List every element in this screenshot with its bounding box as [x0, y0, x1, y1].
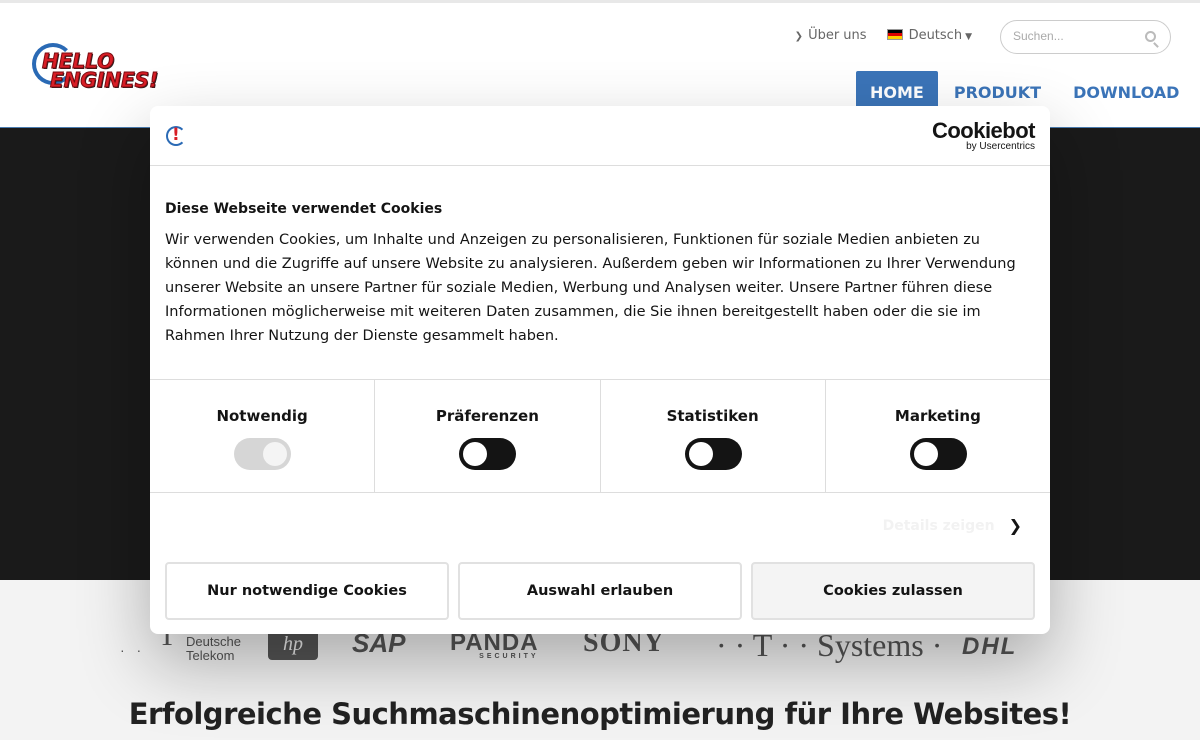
- necessary-only-button[interactable]: Nur notwendige Cookies: [165, 562, 449, 620]
- category-marketing: Marketing: [826, 380, 1050, 492]
- toggle-statistiken[interactable]: [684, 438, 742, 470]
- consent-categories: Notwendig Präferenzen Statistiken Market…: [150, 379, 1050, 493]
- german-flag-icon: [886, 29, 903, 40]
- dialog-header: ! Cookiebot by Usercentrics: [150, 106, 1050, 166]
- toggle-marketing[interactable]: [909, 438, 967, 470]
- about-link-label: Über uns: [808, 28, 867, 43]
- details-link[interactable]: Details zeigen ❯: [883, 516, 1022, 535]
- cookiebot-name: Cookiebot: [931, 118, 1036, 143]
- cookiebot-logo[interactable]: Cookiebot by Usercentrics: [931, 118, 1036, 152]
- category-statistiken: Statistiken: [601, 380, 826, 492]
- nav-download[interactable]: DOWNLOAD: [1057, 71, 1195, 129]
- cookie-consent-dialog: ! Cookiebot by Usercentrics Diese Websei…: [150, 106, 1050, 634]
- site-logo[interactable]: HELLO ENGINES!: [30, 41, 215, 97]
- toggle-notwendig: [234, 438, 292, 470]
- telekom-text: Deutsche Telekom: [186, 635, 241, 663]
- favicon-exclamation: !: [172, 125, 180, 145]
- search-box: [1000, 20, 1171, 54]
- toggle-knob: [913, 442, 938, 466]
- site-favicon-icon: !: [166, 125, 186, 146]
- chevron-right-icon: ❯: [794, 31, 804, 42]
- search-icon[interactable]: [1145, 31, 1156, 42]
- allow-selection-button[interactable]: Auswahl erlauben: [458, 562, 742, 620]
- category-praeferenzen: Präferenzen: [375, 380, 601, 492]
- category-label: Statistiken: [666, 407, 759, 425]
- category-label: Notwendig: [216, 407, 308, 425]
- top-links: ❯ Über uns Deutsch ▼: [795, 28, 972, 43]
- dialog-buttons: Nur notwendige Cookies Auswahl erlauben …: [165, 562, 1035, 620]
- chevron-right-icon: ❯: [1008, 516, 1022, 535]
- allow-all-button[interactable]: Cookies zulassen: [751, 562, 1035, 620]
- page-tagline: Erfolgreiche Suchmaschinenoptimierung fü…: [128, 697, 1072, 731]
- logo-line-2: ENGINES!: [49, 68, 159, 92]
- toggle-knob: [263, 442, 288, 466]
- category-notwendig: Notwendig: [150, 380, 376, 492]
- cookiebot-sub: by Usercentrics: [966, 141, 1035, 152]
- telekom-dots: · ·: [120, 642, 146, 658]
- dialog-title: Diese Webseite verwendet Cookies: [165, 201, 443, 217]
- language-selector[interactable]: Deutsch ▼: [886, 28, 972, 43]
- dhl-logo: DHL: [962, 633, 1018, 660]
- telekom-line-1: Deutsche: [186, 634, 241, 649]
- category-label: Präferenzen: [435, 407, 539, 425]
- toggle-praeferenzen[interactable]: [459, 438, 517, 470]
- toggle-knob: [688, 442, 713, 466]
- dialog-body: Diese Webseite verwendet Cookies Wir ver…: [165, 201, 1035, 348]
- telekom-line-2: Telekom: [186, 648, 235, 663]
- details-label: Details zeigen: [882, 517, 995, 534]
- category-label: Marketing: [894, 407, 981, 425]
- toggle-knob: [463, 442, 488, 466]
- search-input[interactable]: [1013, 29, 1133, 43]
- chevron-down-icon: ▼: [965, 32, 972, 42]
- dialog-description: Wir verwenden Cookies, um Inhalte und An…: [165, 232, 1016, 344]
- language-label: Deutsch: [908, 28, 963, 43]
- about-link[interactable]: ❯ Über uns: [795, 28, 867, 43]
